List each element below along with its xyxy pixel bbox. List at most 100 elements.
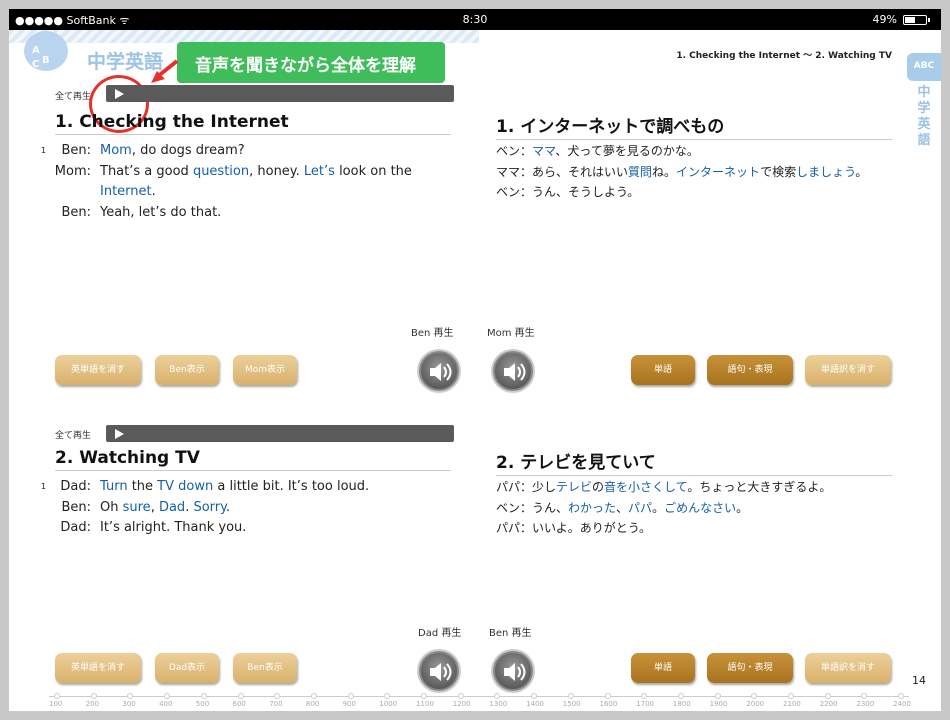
dialogue-line: Dad: It’s alright. Thank you.: [55, 518, 455, 539]
line-text: Internet.: [100, 182, 156, 203]
page-scrubber[interactable]: 100 200 300 400 500 600 700 800 900 1000 1100 1200 1…: [49, 689, 911, 711]
ruler-tick[interactable]: [824, 693, 831, 699]
ruler-tick[interactable]: [54, 693, 60, 699]
vocab-word[interactable]: sure: [123, 500, 151, 515]
ruler-label: 300: [122, 700, 136, 708]
vocab-word[interactable]: TV: [157, 479, 174, 494]
text-run: .: [151, 184, 156, 199]
vocab-word[interactable]: down: [178, 479, 213, 494]
phrases-button[interactable]: 語句・表現: [707, 355, 793, 385]
text-run: パパ：少し: [496, 480, 557, 494]
speaker1-label: Ben 再生: [411, 328, 454, 339]
line-text: Turn the TV down a little bit. It’s too …: [100, 477, 369, 498]
text-run: ママ：あら、それはいい: [496, 164, 629, 179]
dad-play-button[interactable]: [419, 651, 459, 691]
ruler-tick[interactable]: [164, 693, 171, 699]
line-number: 1: [41, 482, 47, 491]
ruler-tick[interactable]: [127, 693, 134, 699]
show-ben-button[interactable]: Ben表示: [155, 355, 219, 385]
vocab-word[interactable]: Internet: [100, 184, 152, 199]
ruler-tick[interactable]: [604, 693, 611, 699]
vocab-word[interactable]: インターネット: [676, 165, 760, 179]
ruler-tick[interactable]: [347, 693, 354, 699]
play-all-label: 全て再生: [55, 431, 92, 441]
vocab-word[interactable]: しましょう: [796, 165, 855, 179]
play-all-bar[interactable]: [106, 425, 454, 442]
vocab-word[interactable]: ママ: [532, 144, 555, 158]
ruler-tick[interactable]: [677, 693, 684, 699]
scrubber-track: [49, 696, 909, 697]
hide-english-button[interactable]: 英単語を消す: [55, 355, 141, 385]
vocab-word[interactable]: パパ: [628, 501, 652, 515]
ruler-tick[interactable]: [384, 693, 391, 699]
japanese-translation: パパ：少しテレビの音を小さくして。ちょっと大きすぎるよ。 ベン：うん、わかった、パ…: [496, 477, 831, 539]
vocab-word[interactable]: Dad: [159, 500, 185, 515]
ruler-tick[interactable]: [90, 693, 97, 699]
breadcrumb: 1. Checking the Internet ～ 2. Watching T…: [676, 51, 892, 61]
hide-translation-button[interactable]: 単語訳を消す: [805, 355, 891, 385]
ben-play-button[interactable]: [493, 651, 533, 691]
dialogue-line: 1 Dad: Turn the TV down a little bit. It’s…: [41, 477, 455, 498]
vocab-word[interactable]: Sorry: [193, 500, 226, 515]
abc-logo-icon: ABC: [24, 31, 68, 71]
instruction-callout: 音声を聞きながら全体を理解: [177, 42, 445, 83]
section-title-en: 1. Checking the Internet: [55, 112, 451, 135]
speaker-icon: [430, 663, 452, 681]
ruler-tick[interactable]: [457, 693, 464, 699]
hide-english-button[interactable]: 英単語を消す: [55, 653, 141, 683]
vocab-word[interactable]: Turn: [100, 479, 128, 494]
ruler-label: 1100: [416, 700, 434, 708]
ruler-tick[interactable]: [421, 693, 427, 699]
play-icon: [115, 89, 124, 99]
vocab-word[interactable]: Mom: [100, 143, 132, 158]
play-all-bar[interactable]: [106, 85, 454, 102]
phrases-button[interactable]: 語句・表現: [707, 653, 793, 683]
text-run: ベン：: [496, 144, 533, 158]
ruler-tick[interactable]: [531, 693, 538, 699]
vocab-word[interactable]: わかった: [568, 501, 616, 515]
translation-line: ベン：ママ、犬って夢を見るのかな。: [496, 141, 867, 162]
ruler-tick[interactable]: [751, 693, 758, 699]
ben-play-button[interactable]: [419, 351, 459, 391]
ruler-tick[interactable]: [567, 693, 574, 699]
side-label: 中学英語: [917, 85, 931, 148]
translation-line: ママ：あら、それはいい質問ね。インターネットで検索しましょう。: [496, 162, 867, 183]
vocab-word[interactable]: テレビ: [556, 480, 592, 494]
ruler-tick[interactable]: [237, 693, 244, 699]
ruler-tick[interactable]: [861, 693, 868, 699]
show-mom-button[interactable]: Mom表示: [233, 355, 297, 385]
speaker-name: Ben:: [61, 143, 91, 158]
vocab-word[interactable]: question: [193, 164, 249, 179]
ruler-tick[interactable]: [494, 693, 501, 699]
ruler-tick[interactable]: [200, 693, 207, 699]
ruler-tick[interactable]: [788, 693, 794, 699]
show-dad-button[interactable]: Dad表示: [155, 653, 219, 683]
vocab-word[interactable]: 質問: [628, 165, 652, 179]
show-ben-button[interactable]: Ben表示: [233, 653, 297, 683]
battery-percent: 49%: [872, 13, 897, 26]
ruler-tick[interactable]: [714, 693, 721, 699]
ruler-label: 100: [49, 700, 63, 708]
text-run: 。ちょっと大きすぎるよ。: [687, 480, 832, 494]
words-button[interactable]: 単語: [631, 355, 695, 385]
text-run: で検索: [760, 164, 797, 179]
ruler-label: 2300: [856, 700, 875, 708]
text-run: ,: [150, 499, 159, 515]
ruler-tick[interactable]: [898, 693, 905, 699]
ruler-label: 500: [195, 700, 210, 708]
vocab-word[interactable]: ごめんなさい: [664, 501, 736, 515]
ruler-label: 1400: [526, 700, 544, 708]
mom-play-button[interactable]: [493, 351, 533, 391]
ruler-label: 400: [159, 700, 173, 708]
ruler-tick[interactable]: [641, 693, 648, 699]
words-button[interactable]: 単語: [631, 653, 695, 683]
ruler-tick[interactable]: [274, 693, 281, 699]
vocab-word[interactable]: Let’s: [304, 164, 335, 179]
text-run: Yeah, let’s do that.: [100, 204, 222, 220]
text-run: .: [225, 499, 231, 515]
ruler-tick[interactable]: [310, 693, 317, 699]
vocab-word[interactable]: 音を小さくして: [604, 480, 687, 494]
hide-translation-button[interactable]: 単語訳を消す: [805, 653, 891, 683]
dialogue-line: Mom: That’s a good question, honey. Let’s…: [55, 162, 455, 183]
side-tab-abc[interactable]: ABC: [907, 53, 941, 81]
